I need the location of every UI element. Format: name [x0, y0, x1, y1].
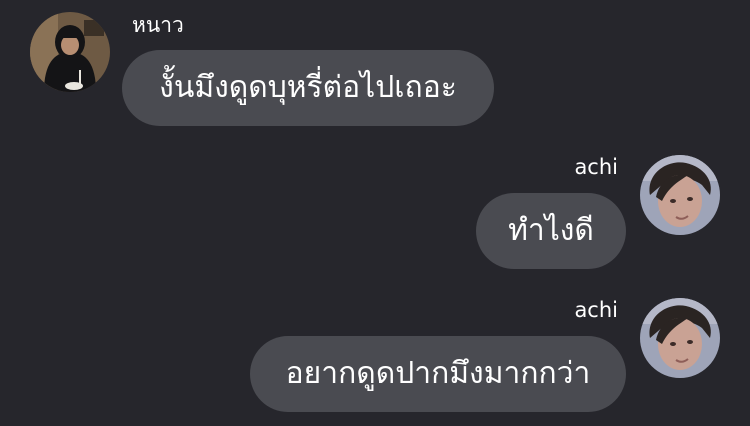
chat-thread: หนาว งั้นมึงดูดบุหรี่ต่อไปเถอะ achi ทำไง…	[0, 0, 750, 426]
sender-avatar-achi[interactable]	[640, 298, 720, 378]
message-bubble-outgoing[interactable]: ทำไงดี	[476, 193, 626, 269]
message-bubble-incoming[interactable]: งั้นมึงดูดบุหรี่ต่อไปเถอะ	[122, 50, 494, 126]
sender-name: achi	[574, 155, 618, 179]
sender-avatar-nao[interactable]	[30, 12, 110, 92]
message-bubble-outgoing[interactable]: อยากดูดปากมึงมากกว่า	[250, 336, 626, 412]
sender-avatar-achi[interactable]	[640, 155, 720, 235]
message-text: อยากดูดปากมึงมากกว่า	[285, 356, 591, 391]
message-text: งั้นมึงดูดบุหรี่ต่อไปเถอะ	[159, 70, 457, 105]
face-photo-avatar-icon	[640, 298, 720, 378]
face-photo-avatar-icon	[640, 155, 720, 235]
message-text: ทำไงดี	[508, 213, 594, 248]
hooded-person-avatar-icon	[30, 12, 110, 92]
sender-name: หนาว	[132, 13, 184, 37]
sender-name: achi	[574, 298, 618, 322]
